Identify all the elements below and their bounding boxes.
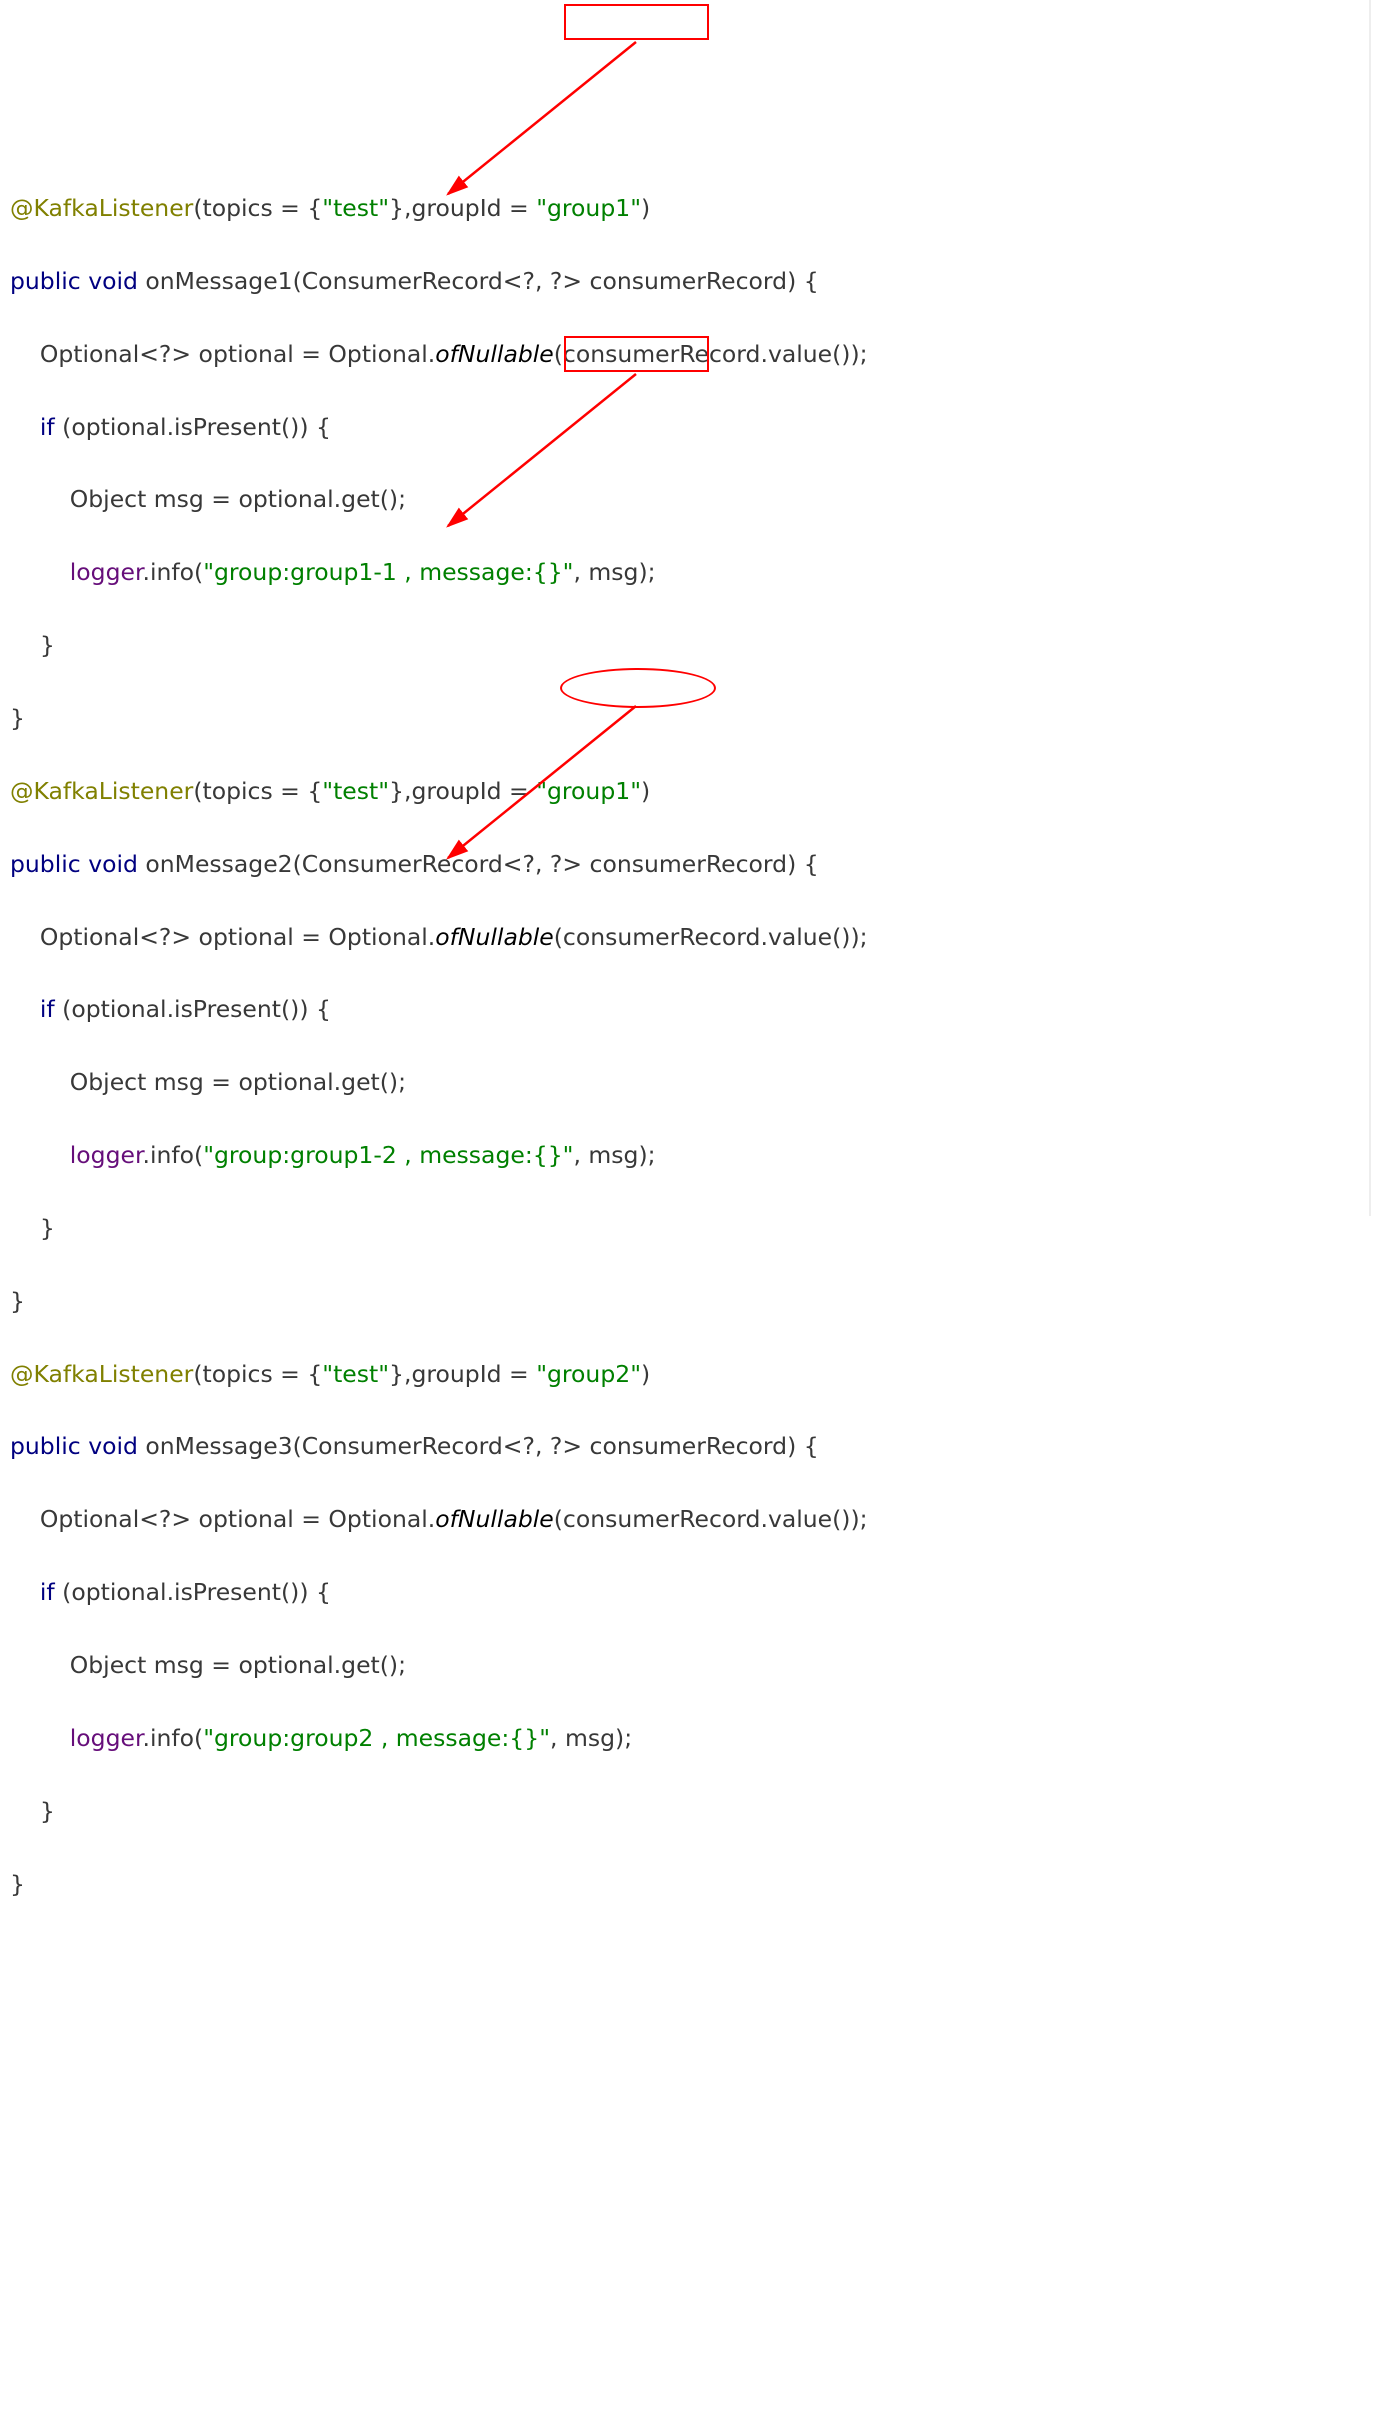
code-line: public void onMessage1(ConsumerRecord<?,… (10, 263, 1386, 299)
groupid-1: "group1" (536, 194, 641, 222)
code-line: logger.info("group:group2 , message:{}",… (10, 1720, 1386, 1756)
code-line: logger.info("group:group1-2 , message:{}… (10, 1137, 1386, 1173)
annotation: @KafkaListener (10, 194, 193, 222)
highlight-box-1 (564, 4, 709, 40)
code-line: @KafkaListener(topics = {"test"},groupId… (10, 190, 1386, 226)
code-line: @KafkaListener(topics = {"test"},groupId… (10, 773, 1386, 809)
code-line: if (optional.isPresent()) { (10, 1574, 1386, 1610)
code-line: Object msg = optional.get(); (10, 1647, 1386, 1683)
annotation: @KafkaListener (10, 777, 193, 805)
code-line: Optional<?> optional = Optional.ofNullab… (10, 919, 1386, 955)
annotation: @KafkaListener (10, 1360, 193, 1388)
right-margin-rule (1369, 0, 1371, 1216)
code-line: logger.info("group:group1-1 , message:{}… (10, 554, 1386, 590)
code-line: @KafkaListener(topics = {"test"},groupId… (10, 1356, 1386, 1392)
code-line: } (10, 700, 1386, 736)
groupid-3: "group2" (536, 1360, 641, 1388)
code-line: } (10, 1866, 1386, 1902)
code-line: } (10, 1793, 1386, 1829)
code-line: Object msg = optional.get(); (10, 1064, 1386, 1100)
code-line: public void onMessage3(ConsumerRecord<?,… (10, 1428, 1386, 1464)
code-line: Object msg = optional.get(); (10, 481, 1386, 517)
code-line: } (10, 1210, 1386, 1246)
code-line: } (10, 1283, 1386, 1319)
code-line: } (10, 627, 1386, 663)
code-line: if (optional.isPresent()) { (10, 991, 1386, 1027)
groupid-2: "group1" (536, 777, 641, 805)
code-line: Optional<?> optional = Optional.ofNullab… (10, 1501, 1386, 1537)
code-line: public void onMessage2(ConsumerRecord<?,… (10, 846, 1386, 882)
code-line: if (optional.isPresent()) { (10, 409, 1386, 445)
code-line: Optional<?> optional = Optional.ofNullab… (10, 336, 1386, 372)
code-editor[interactable]: @KafkaListener(topics = {"test"},groupId… (10, 154, 1386, 1939)
